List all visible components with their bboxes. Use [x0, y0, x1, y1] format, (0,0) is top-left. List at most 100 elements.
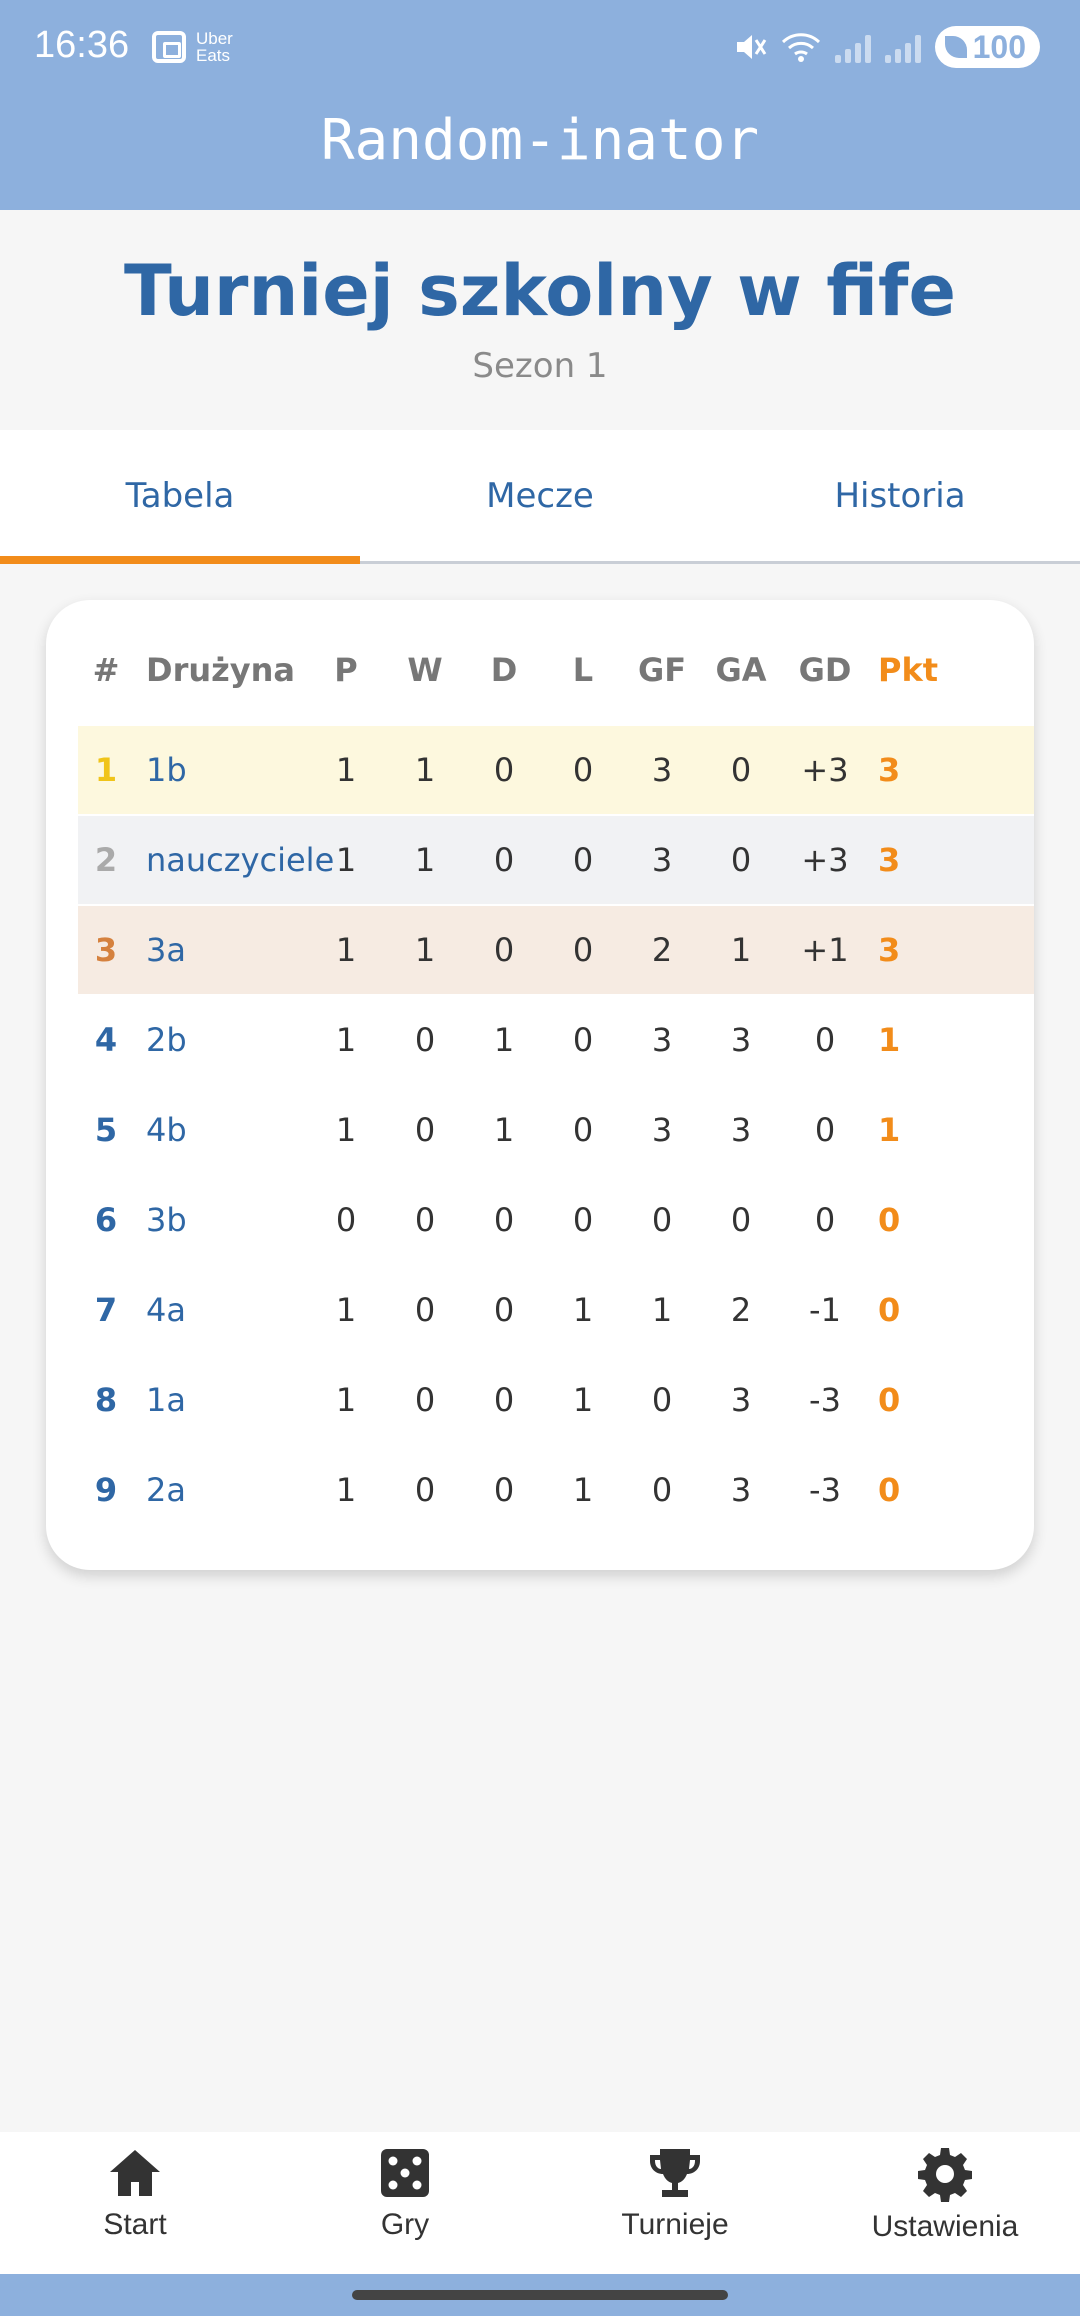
header-l: L	[572, 651, 594, 689]
row-ga: 0	[730, 841, 752, 879]
row-team: 1a	[146, 1381, 186, 1419]
table-row[interactable]: 5 4b 1 0 1 0 3 3 0 1	[78, 1086, 1034, 1174]
table-row[interactable]: 9 2a 1 0 0 1 0 3 -3 0	[78, 1446, 1034, 1534]
dice-icon	[381, 2149, 429, 2197]
row-rank: 7	[94, 1291, 118, 1329]
status-left-icons: Uber Eats	[152, 30, 233, 64]
row-w: 0	[414, 1111, 436, 1149]
row-rank: 6	[94, 1201, 118, 1239]
row-l: 0	[572, 931, 594, 969]
nav-ustawienia[interactable]: Ustawienia	[810, 2132, 1080, 2274]
row-w: 1	[414, 751, 436, 789]
uber-eats-icon: Uber Eats	[196, 30, 233, 64]
row-pts: 0	[878, 1201, 901, 1239]
header-p: P	[334, 651, 358, 689]
uber-eats-line2: Eats	[196, 46, 231, 65]
row-pts: 0	[878, 1471, 901, 1509]
row-rank: 5	[94, 1111, 118, 1149]
row-team: 3a	[146, 931, 186, 969]
row-w: 0	[414, 1201, 436, 1239]
signal-icon-2	[884, 31, 921, 63]
row-gf: 3	[651, 1111, 673, 1149]
row-pts: 0	[878, 1291, 901, 1329]
table-header-row: # Drużyna P W D L GF GA GD Pkt	[78, 626, 1034, 714]
row-d: 0	[493, 931, 515, 969]
battery-level: 100	[972, 28, 1026, 65]
row-gf: 1	[651, 1291, 673, 1329]
table-row[interactable]: 2 nauczyciele 1 1 0 0 3 0 +3 3	[78, 816, 1034, 904]
row-gd: -3	[809, 1471, 841, 1509]
row-rank: 3	[94, 931, 118, 969]
row-l: 1	[572, 1381, 594, 1419]
tab-bar: Tabela Mecze Historia	[0, 430, 1080, 564]
row-l: 0	[572, 1021, 594, 1059]
row-l: 0	[572, 1111, 594, 1149]
row-p: 1	[335, 931, 357, 969]
row-gf: 0	[651, 1471, 673, 1509]
row-team: 1b	[146, 751, 187, 789]
row-p: 0	[335, 1201, 357, 1239]
row-gd: -3	[809, 1381, 841, 1419]
header-w: W	[407, 651, 443, 689]
row-w: 0	[414, 1291, 436, 1329]
row-team: 2b	[146, 1021, 187, 1059]
row-w: 1	[414, 931, 436, 969]
row-pts: 3	[878, 751, 901, 789]
row-rank: 8	[94, 1381, 118, 1419]
row-gd: +3	[801, 841, 849, 879]
battery-saver-icon	[944, 36, 967, 58]
table-row[interactable]: 7 4a 1 0 0 1 1 2 -1 0	[78, 1266, 1034, 1354]
standings-table[interactable]: # Drużyna P W D L GF GA GD Pkt 1 1b 1 1 …	[46, 600, 1034, 1570]
tab-tabela[interactable]: Tabela	[0, 430, 360, 564]
row-p: 1	[335, 751, 357, 789]
tournament-title: Turniej szkolny w fife	[124, 250, 956, 332]
app-bar: 16:36 Uber Eats 100 Random-inator	[0, 0, 1080, 210]
gear-icon	[918, 2148, 972, 2202]
row-team: nauczyciele	[146, 841, 335, 879]
tab-mecze[interactable]: Mecze	[360, 430, 720, 561]
table-row[interactable]: 8 1a 1 0 0 1 0 3 -3 0	[78, 1356, 1034, 1444]
trophy-icon	[650, 2149, 700, 2197]
tournament-header: Turniej szkolny w fife Sezon 1	[0, 210, 1080, 430]
row-gd: 0	[814, 1021, 836, 1059]
row-p: 1	[335, 841, 357, 879]
row-w: 0	[414, 1381, 436, 1419]
row-gf: 3	[651, 751, 673, 789]
header-ga: GA	[715, 651, 767, 689]
row-d: 1	[493, 1111, 515, 1149]
row-pts: 1	[878, 1021, 901, 1059]
row-d: 0	[493, 841, 515, 879]
row-ga: 0	[730, 1201, 752, 1239]
row-l: 1	[572, 1471, 594, 1509]
row-gd: -1	[809, 1291, 841, 1329]
nav-ustawienia-label: Ustawienia	[871, 2210, 1019, 2243]
status-right-icons: 100	[733, 26, 1040, 68]
tab-historia[interactable]: Historia	[720, 430, 1080, 561]
nav-start[interactable]: Start	[0, 2132, 270, 2274]
row-pts: 3	[878, 931, 901, 969]
row-pts: 0	[878, 1381, 901, 1419]
table-row[interactable]: 4 2b 1 0 1 0 3 3 0 1	[78, 996, 1034, 1084]
row-d: 0	[493, 751, 515, 789]
row-ga: 3	[730, 1021, 752, 1059]
bottom-navigation: Start Gry Turnieje Ustawienia	[0, 2132, 1080, 2274]
row-team: 3b	[146, 1201, 187, 1239]
home-icon	[110, 2150, 160, 2196]
nav-turnieje[interactable]: Turnieje	[540, 2132, 810, 2274]
table-row[interactable]: 1 1b 1 1 0 0 3 0 +3 3	[78, 726, 1034, 814]
row-gd: +3	[801, 751, 849, 789]
table-row[interactable]: 3 3a 1 1 0 0 2 1 +1 3	[78, 906, 1034, 994]
row-l: 0	[572, 1201, 594, 1239]
header-gd: GD	[798, 651, 852, 689]
nav-gry-label: Gry	[380, 2208, 430, 2241]
screen-cast-icon	[152, 31, 186, 63]
row-rank: 9	[94, 1471, 118, 1509]
row-gd: 0	[814, 1111, 836, 1149]
signal-icon-1	[834, 31, 871, 63]
row-d: 0	[493, 1201, 515, 1239]
row-rank: 4	[94, 1021, 118, 1059]
row-l: 0	[572, 841, 594, 879]
gesture-handle[interactable]	[352, 2290, 728, 2300]
table-row[interactable]: 6 3b 0 0 0 0 0 0 0 0	[78, 1176, 1034, 1264]
nav-gry[interactable]: Gry	[270, 2132, 540, 2274]
